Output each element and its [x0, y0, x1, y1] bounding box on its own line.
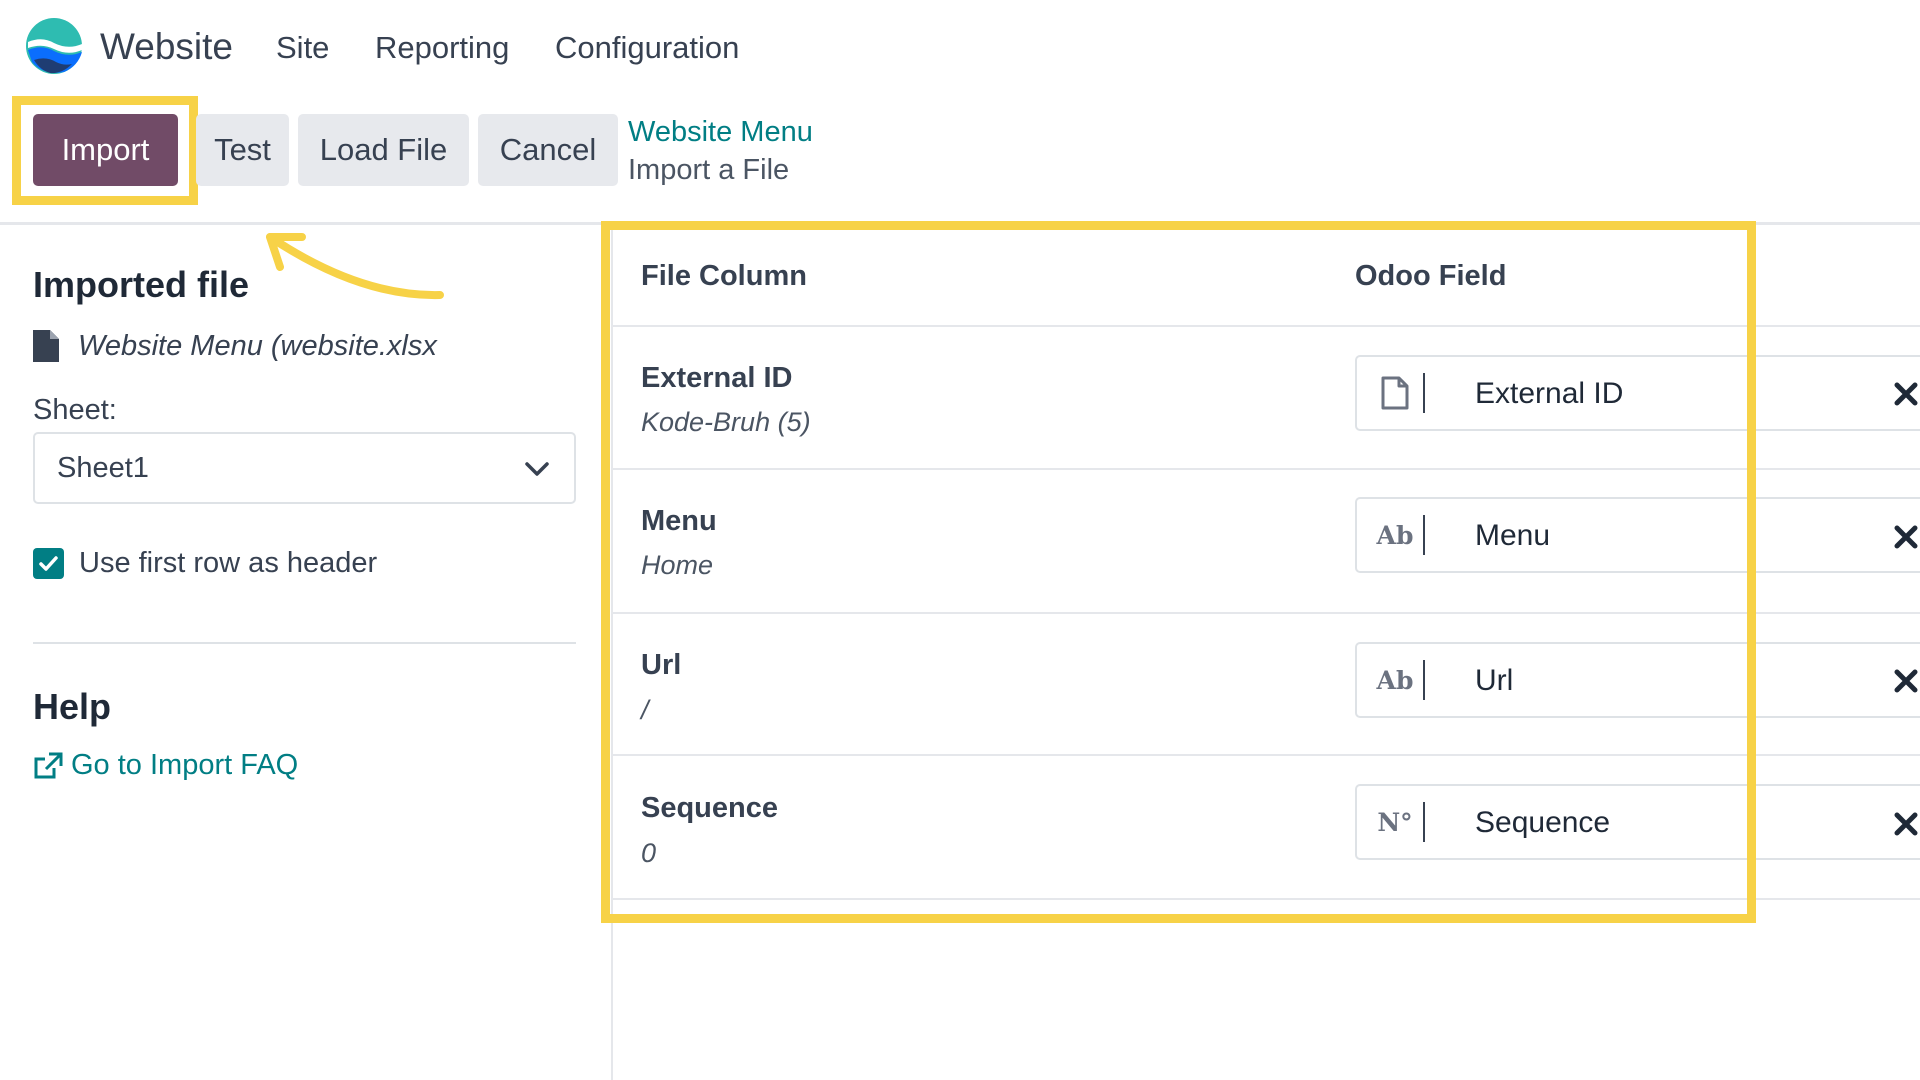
- table-row-rule: [613, 468, 1920, 470]
- odoo-field-select[interactable]: Ab Menu: [1355, 497, 1920, 573]
- file-icon: [33, 330, 59, 362]
- sidebar-section-divider: [33, 642, 576, 644]
- chevron-down-icon: [525, 462, 549, 476]
- file-column-sample: /: [641, 695, 649, 725]
- table-row-rule: [613, 898, 1920, 900]
- top-navbar: Website Site Reporting Configuration: [0, 0, 1920, 94]
- odoo-field-name: External ID: [1475, 377, 1624, 410]
- checkmark-icon: [39, 556, 58, 571]
- table-row-rule: [613, 612, 1920, 614]
- file-column-sample: Kode-Bruh (5): [641, 407, 811, 437]
- file-column-header: File Column: [641, 260, 807, 292]
- file-column-name: Menu: [641, 505, 717, 537]
- sheet-select-value: Sheet1: [57, 452, 149, 484]
- file-column-sample: Home: [641, 550, 714, 580]
- file-column-name: Url: [641, 649, 682, 681]
- import-button[interactable]: Import: [33, 114, 178, 186]
- file-column-sample: 0: [641, 838, 657, 868]
- remove-mapping-icon[interactable]: [1893, 381, 1919, 407]
- text-type-icon: Ab: [1376, 520, 1414, 550]
- odoo-field-select[interactable]: External ID: [1355, 355, 1920, 431]
- menu-site[interactable]: Site: [276, 30, 329, 66]
- file-icon: [1375, 373, 1415, 413]
- odoo-field-name: Sequence: [1475, 806, 1611, 839]
- website-app-logo-icon[interactable]: [24, 16, 84, 76]
- app-name[interactable]: Website: [100, 26, 233, 68]
- type-separator: [1423, 802, 1425, 842]
- breadcrumb-current: Import a File: [628, 154, 790, 186]
- text-type-icon: Ab: [1376, 665, 1414, 695]
- sheet-label: Sheet:: [33, 394, 117, 426]
- file-column-name: Sequence: [641, 792, 778, 824]
- pointer-arrow-icon: [266, 233, 444, 300]
- use-header-checkbox[interactable]: [33, 548, 64, 579]
- odoo-field-name: Url: [1475, 664, 1514, 697]
- import-faq-link[interactable]: Go to Import FAQ: [33, 749, 298, 782]
- imported-file-heading: Imported file: [33, 264, 250, 305]
- breadcrumb-parent[interactable]: Website Menu: [628, 116, 813, 149]
- type-separator: [1423, 515, 1425, 555]
- use-header-label[interactable]: Use first row as header: [79, 547, 377, 580]
- menu-configuration[interactable]: Configuration: [555, 30, 739, 66]
- cancel-button[interactable]: Cancel: [478, 114, 618, 186]
- menu-reporting[interactable]: Reporting: [375, 30, 509, 66]
- remove-mapping-icon[interactable]: [1893, 524, 1919, 550]
- help-heading: Help: [33, 686, 112, 727]
- table-row-rule: [613, 754, 1920, 756]
- file-column-name: External ID: [641, 362, 793, 394]
- odoo-field-header: Odoo Field: [1355, 260, 1507, 292]
- control-panel-divider: [0, 222, 1920, 225]
- import-faq-link-label: Go to Import FAQ: [71, 749, 299, 781]
- type-separator: [1423, 660, 1425, 700]
- type-separator: [1423, 373, 1425, 413]
- sidebar-divider: [611, 225, 613, 1080]
- number-type-icon: N°: [1377, 807, 1413, 837]
- table-header-rule: [613, 325, 1920, 327]
- test-button[interactable]: Test: [196, 114, 289, 186]
- imported-file-name: Website Menu (website.xlsx: [78, 330, 437, 362]
- odoo-field-select[interactable]: N° Sequence: [1355, 784, 1920, 860]
- sheet-select[interactable]: Sheet1: [33, 432, 576, 504]
- external-link-icon: [34, 752, 63, 778]
- odoo-field-name: Menu: [1475, 519, 1551, 552]
- load-file-button[interactable]: Load File: [298, 114, 469, 186]
- remove-mapping-icon[interactable]: [1893, 811, 1919, 837]
- odoo-field-select[interactable]: Ab Url: [1355, 642, 1920, 718]
- remove-mapping-icon[interactable]: [1893, 668, 1919, 694]
